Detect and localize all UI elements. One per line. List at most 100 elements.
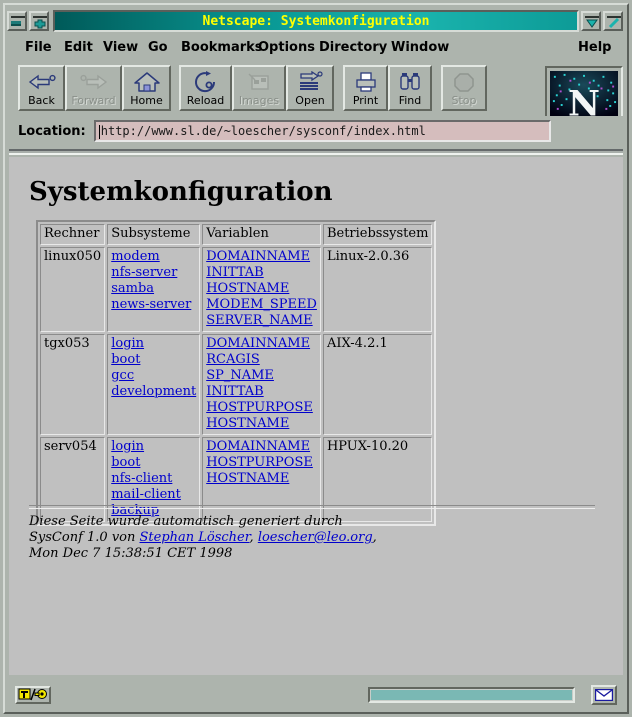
broken-key-insecure-icon[interactable]: [15, 686, 51, 704]
variable-link[interactable]: HOSTPURPOSE: [206, 455, 317, 471]
subsystem-link[interactable]: boot: [111, 455, 196, 471]
menu-window[interactable]: Window: [391, 39, 449, 57]
cell-betriebssystem: HPUX-10.20: [322, 437, 433, 522]
menu-help[interactable]: Help: [578, 39, 611, 57]
window-resize-icon[interactable]: [603, 11, 623, 31]
window-title-strip: Netscape: Systemkonfiguration: [53, 10, 579, 32]
subsystem-link[interactable]: boot: [111, 352, 196, 368]
open-icon: [296, 70, 324, 94]
mail-envelope-icon[interactable]: [591, 685, 617, 705]
variable-link[interactable]: DOMAINNAME: [206, 439, 317, 455]
maximize-icon[interactable]: [29, 11, 49, 31]
variable-link[interactable]: INITTAB: [206, 384, 317, 400]
text-caret: [98, 125, 100, 139]
find-label: Find: [398, 93, 422, 107]
cell-rechner: linux050: [40, 247, 106, 332]
images-icon: [246, 70, 272, 94]
menu-bookmarks[interactable]: Bookmarks: [181, 39, 263, 57]
back-label: Back: [28, 93, 55, 107]
minimize-icon[interactable]: [7, 11, 27, 31]
menu-file[interactable]: File: [25, 39, 52, 57]
subsystem-link[interactable]: development: [111, 384, 196, 400]
stop-icon: [452, 70, 476, 94]
subsystem-link[interactable]: gcc: [111, 368, 196, 384]
location-bar: Location: http://www.sl.de/~loescher/sys…: [7, 116, 625, 146]
window-shade-icon[interactable]: [581, 11, 601, 31]
print-button[interactable]: Print: [343, 65, 388, 111]
cell-betriebssystem: AIX-4.2.1: [322, 334, 433, 435]
footer-text: Diese Seite wurde automatisch generiert …: [29, 514, 589, 562]
print-label: Print: [352, 93, 379, 107]
variable-link[interactable]: HOSTNAME: [206, 471, 317, 487]
menu-go[interactable]: Go: [148, 39, 168, 57]
reload-label: Reload: [186, 93, 225, 107]
variable-link[interactable]: DOMAINNAME: [206, 249, 317, 265]
variable-link[interactable]: SERVER_NAME: [206, 313, 317, 329]
subsystem-link[interactable]: news-server: [111, 297, 196, 313]
cell-rechner: tgx053: [40, 334, 106, 435]
open-label: Open: [295, 93, 325, 107]
location-value: http://www.sl.de/~loescher/sysconf/index…: [100, 124, 426, 138]
menubar: File Edit View Go Bookmarks Options Dire…: [7, 36, 625, 60]
table-header-row: Rechner Subsysteme Variablen Betriebssys…: [40, 224, 433, 245]
subsystem-link[interactable]: nfs-server: [111, 265, 196, 281]
variable-link[interactable]: HOSTNAME: [206, 281, 317, 297]
images-button[interactable]: Images: [232, 65, 286, 111]
statusbar: [7, 681, 625, 709]
column-header-rechner: Rechner: [40, 224, 106, 245]
subsystem-link[interactable]: samba: [111, 281, 196, 297]
reload-button[interactable]: Reload: [179, 65, 232, 111]
images-label: Images: [238, 93, 280, 107]
forward-label: Forward: [71, 93, 116, 107]
stop-button[interactable]: Stop: [441, 65, 487, 111]
home-icon: [133, 70, 161, 94]
table-row: serv054 login boot nfs-client mail-clien…: [40, 437, 433, 522]
find-button[interactable]: Find: [388, 65, 432, 111]
page-content: Systemkonfiguration Rechner Subsysteme V…: [9, 157, 623, 675]
variable-link[interactable]: SP_NAME: [206, 368, 317, 384]
table-row: tgx053 login boot gcc development DOMAIN…: [40, 334, 433, 435]
subsystem-link[interactable]: nfs-client: [111, 471, 196, 487]
menu-edit[interactable]: Edit: [64, 39, 93, 57]
column-header-subsysteme: Subsysteme: [107, 224, 201, 245]
column-header-variablen: Variablen: [202, 224, 321, 245]
cell-variablen: DOMAINNAME RCAGIS SP_NAME INITTAB HOSTPU…: [202, 334, 321, 435]
footer-line-1: Diese Seite wurde automatisch generiert …: [29, 514, 343, 529]
subsystem-link[interactable]: login: [111, 439, 196, 455]
menu-view[interactable]: View: [103, 39, 138, 57]
page-title: Systemkonfiguration: [29, 177, 333, 207]
variable-link[interactable]: MODEM_SPEED: [206, 297, 317, 313]
toolbar-divider: [9, 149, 623, 155]
variable-link[interactable]: RCAGIS: [206, 352, 317, 368]
print-icon: [353, 70, 379, 94]
subsystem-link[interactable]: login: [111, 336, 196, 352]
variable-link[interactable]: HOSTPURPOSE: [206, 400, 317, 416]
toolbar: Back Forward Home Reload Images Open Pri…: [7, 62, 625, 116]
stop-label: Stop: [451, 93, 477, 107]
footer-separator: ,: [249, 530, 258, 545]
forward-button[interactable]: Forward: [65, 65, 122, 111]
variable-link[interactable]: DOMAINNAME: [206, 336, 317, 352]
progress-fill: [371, 690, 572, 700]
email-link[interactable]: loescher@leo.org: [258, 530, 373, 545]
variable-link[interactable]: INITTAB: [206, 265, 317, 281]
cell-subsysteme: login boot gcc development: [107, 334, 201, 435]
variable-link[interactable]: HOSTNAME: [206, 416, 317, 432]
author-link[interactable]: Stephan Löscher: [140, 530, 250, 545]
netscape-window: Netscape: Systemkonfiguration File Edit …: [0, 0, 632, 717]
footer-line-3: Mon Dec 7 15:38:51 CET 1998: [29, 546, 233, 561]
menu-directory[interactable]: Directory: [319, 39, 387, 57]
find-icon: [397, 70, 423, 94]
progress-bar: [368, 687, 575, 703]
footer-suffix: ,: [372, 530, 377, 545]
back-button[interactable]: Back: [18, 65, 65, 111]
subsystem-link[interactable]: mail-client: [111, 487, 196, 503]
column-header-betriebssystem: Betriebssystem: [322, 224, 433, 245]
subsystem-link[interactable]: modem: [111, 249, 196, 265]
open-button[interactable]: Open: [286, 65, 334, 111]
home-button[interactable]: Home: [122, 65, 171, 111]
forward-arrow-icon: [79, 70, 109, 94]
footer-divider: [29, 505, 595, 509]
location-input[interactable]: http://www.sl.de/~loescher/sysconf/index…: [93, 120, 551, 142]
menu-options[interactable]: Options: [258, 39, 315, 57]
